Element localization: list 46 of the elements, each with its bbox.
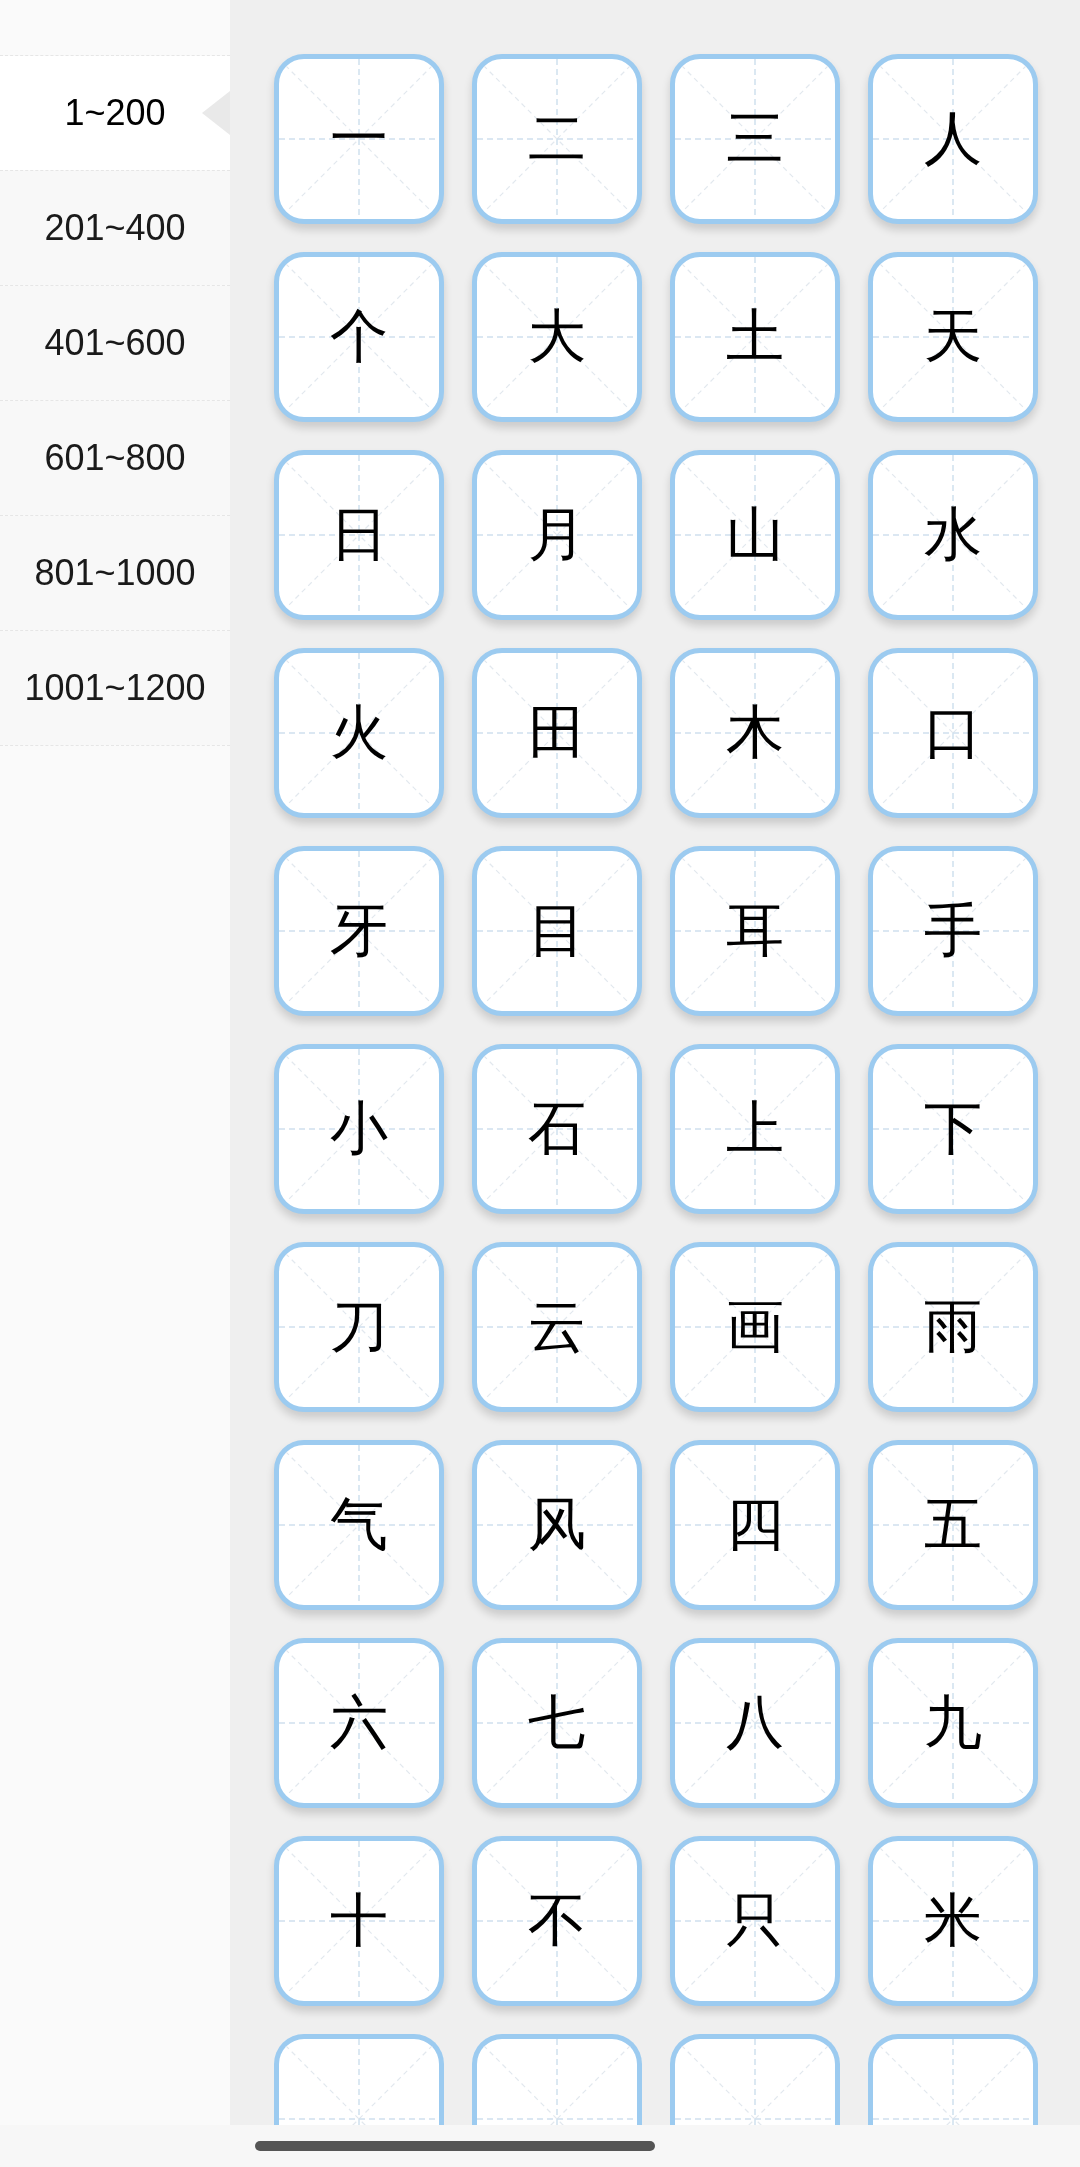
character-card[interactable]: 月 bbox=[472, 450, 642, 620]
character-card[interactable]: 目 bbox=[472, 846, 642, 1016]
character-card[interactable]: 耳 bbox=[670, 846, 840, 1016]
character-card[interactable]: 六 bbox=[274, 1638, 444, 1808]
character-card[interactable]: 木 bbox=[670, 648, 840, 818]
character-card[interactable]: 火 bbox=[274, 648, 444, 818]
character-card[interactable]: 风 bbox=[472, 1440, 642, 1610]
character-card[interactable]: 十 bbox=[274, 1836, 444, 2006]
character-card[interactable]: 七 bbox=[472, 1638, 642, 1808]
character-card[interactable]: 小 bbox=[274, 1044, 444, 1214]
character-card[interactable]: 口 bbox=[868, 648, 1038, 818]
character-card[interactable]: 三 bbox=[670, 54, 840, 224]
character-card[interactable]: 气 bbox=[274, 1440, 444, 1610]
character-card[interactable]: 手 bbox=[868, 846, 1038, 1016]
character-card[interactable]: 个 bbox=[274, 252, 444, 422]
character-card[interactable]: 雨 bbox=[868, 1242, 1038, 1412]
character-card[interactable]: 土 bbox=[670, 252, 840, 422]
character-card[interactable]: 山 bbox=[670, 450, 840, 620]
character-card[interactable]: 田 bbox=[472, 648, 642, 818]
character-card[interactable]: 画 bbox=[670, 1242, 840, 1412]
character-card[interactable]: 五 bbox=[868, 1440, 1038, 1610]
character-card[interactable]: 九 bbox=[868, 1638, 1038, 1808]
range-tab[interactable]: 1~200 bbox=[0, 56, 230, 170]
character-card[interactable] bbox=[274, 2034, 444, 2125]
character-card[interactable]: 刀 bbox=[274, 1242, 444, 1412]
character-card[interactable] bbox=[868, 2034, 1038, 2125]
home-indicator[interactable] bbox=[255, 2141, 655, 2151]
character-card[interactable]: 二 bbox=[472, 54, 642, 224]
character-card[interactable]: 上 bbox=[670, 1044, 840, 1214]
character-card[interactable]: 只 bbox=[670, 1836, 840, 2006]
character-card[interactable]: 人 bbox=[868, 54, 1038, 224]
character-card[interactable]: 天 bbox=[868, 252, 1038, 422]
character-card[interactable] bbox=[472, 2034, 642, 2125]
character-card[interactable]: 四 bbox=[670, 1440, 840, 1610]
character-card[interactable]: 下 bbox=[868, 1044, 1038, 1214]
character-card[interactable]: 一 bbox=[274, 54, 444, 224]
character-card[interactable]: 大 bbox=[472, 252, 642, 422]
character-card[interactable]: 水 bbox=[868, 450, 1038, 620]
character-card[interactable]: 米 bbox=[868, 1836, 1038, 2006]
character-card[interactable]: 日 bbox=[274, 450, 444, 620]
character-card[interactable]: 石 bbox=[472, 1044, 642, 1214]
character-card[interactable]: 八 bbox=[670, 1638, 840, 1808]
character-card[interactable]: 云 bbox=[472, 1242, 642, 1412]
character-card[interactable]: 不 bbox=[472, 1836, 642, 2006]
character-card[interactable]: 牙 bbox=[274, 846, 444, 1016]
character-card[interactable] bbox=[670, 2034, 840, 2125]
